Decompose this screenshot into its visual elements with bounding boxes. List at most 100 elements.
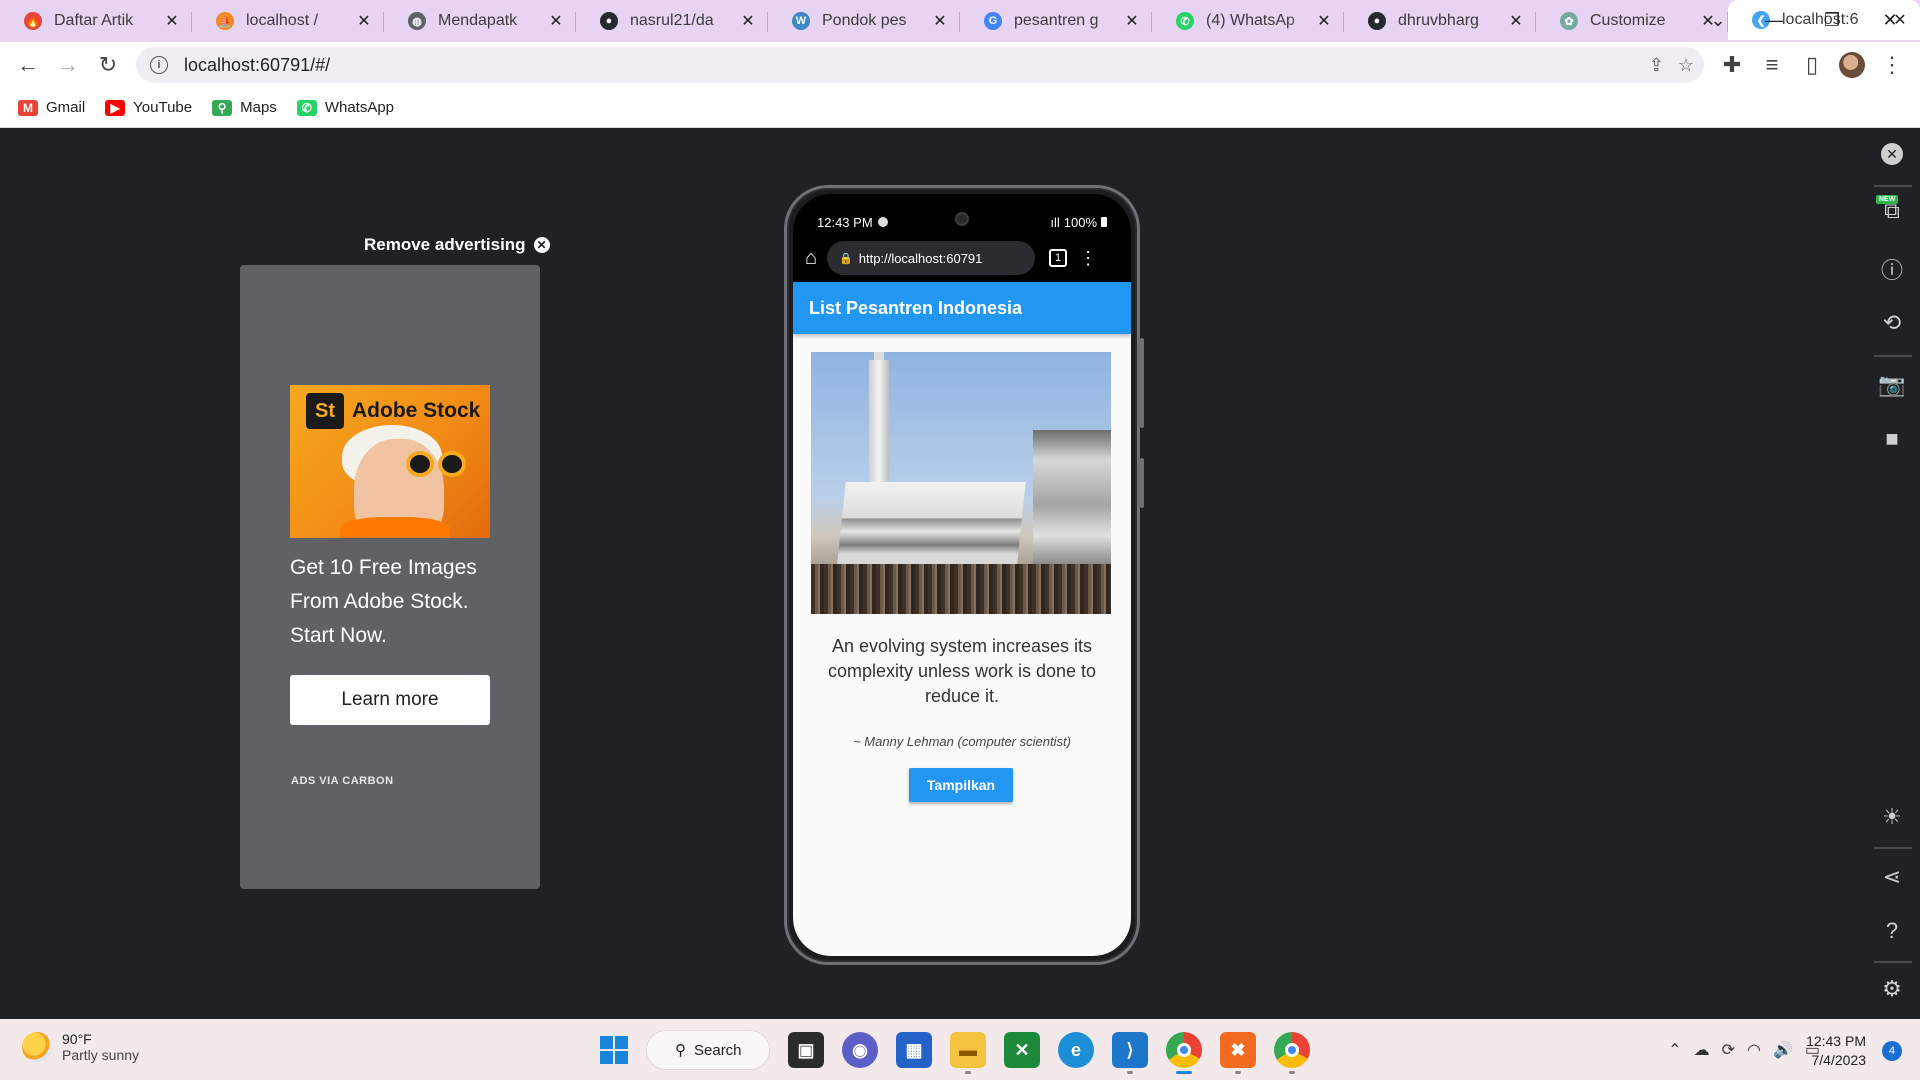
phone-address-bar[interactable]: 🔒 http://localhost:60791 [827, 241, 1036, 275]
xbox-icon[interactable]: ✕ [1004, 1032, 1040, 1068]
file-explorer-icon[interactable]: ▬ [950, 1032, 986, 1074]
minimize-button[interactable]: — [1746, 0, 1802, 40]
share-icon[interactable]: ⇪ [1649, 55, 1664, 76]
remove-advertising-link[interactable]: Remove advertising ✕ [364, 235, 550, 255]
microsoft-store-icon[interactable]: ▦ [896, 1032, 932, 1068]
front-camera [955, 212, 969, 226]
ad-text[interactable]: Get 10 Free Images From Adobe Stock. Sta… [290, 551, 500, 653]
bookmark-maps[interactable]: ⚲ Maps [212, 99, 277, 116]
reload-button[interactable]: ↻ [88, 45, 128, 85]
browser-tab[interactable]: 🔥 Daftar Artik ✕ [0, 0, 192, 42]
google-icon: G [984, 12, 1002, 30]
share-icon[interactable]: ⋖ [1864, 857, 1920, 897]
screenshot-camera-icon[interactable]: 📷 [1864, 365, 1920, 405]
windows-taskbar: 90°F Partly sunny ⚲ Search ▣ ◉ ▦ ▬ ✕ e ⟩… [0, 1019, 1920, 1080]
ad-image[interactable]: St Adobe Stock [290, 385, 490, 538]
address-url[interactable]: localhost:60791/#/ [184, 55, 330, 76]
pesantren-photo [811, 352, 1111, 614]
tab-title: dhruvbharg [1398, 12, 1479, 29]
volume-button [1140, 338, 1144, 428]
back-button[interactable]: ← [8, 45, 48, 85]
sync-icon[interactable]: ⟳ [1722, 1040, 1735, 1060]
weather-temp: 90°F [62, 1031, 92, 1047]
quote-author: ~ Manny Lehman (computer scientist) [853, 734, 1071, 749]
site-info-icon[interactable]: i [150, 56, 168, 74]
restore-button[interactable]: ❐ [1804, 0, 1860, 40]
device-preview-toolbar: ✕ ⧉ NEW ⓘ ⟲ 📷 ■ ☀ ⋖ ? ⚙ [1864, 129, 1920, 1019]
ad-shirt-shape [340, 517, 450, 538]
settings-gear-icon[interactable]: ⚙ [1864, 969, 1920, 1009]
profile-avatar[interactable] [1832, 45, 1872, 85]
media-queue-icon[interactable]: ≡ [1752, 45, 1792, 85]
forward-button[interactable]: → [48, 45, 88, 85]
info-icon[interactable]: ⓘ [1864, 249, 1920, 289]
xampp-icon[interactable]: ✖ [1220, 1032, 1256, 1074]
adobe-stock-logo-text: Adobe Stock [352, 399, 481, 422]
home-icon[interactable]: ⌂ [805, 247, 817, 270]
tab-close-icon[interactable]: ✕ [1122, 11, 1142, 31]
browser-tab[interactable]: ✆ (4) WhatsAp ✕ [1152, 0, 1344, 42]
bookmark-whatsapp[interactable]: ✆ WhatsApp [296, 99, 394, 116]
tab-close-icon[interactable]: ✕ [162, 11, 182, 31]
omnibox-actions: ⇪ ☆ [1649, 47, 1694, 83]
windows-start-icon[interactable] [600, 1036, 628, 1064]
help-icon[interactable]: ? [1864, 911, 1920, 951]
wifi-icon[interactable]: ◠ [1747, 1040, 1761, 1060]
notification-badge[interactable]: 4 [1882, 1041, 1902, 1061]
tab-close-icon[interactable]: ✕ [1314, 11, 1334, 31]
tab-close-icon[interactable]: ✕ [738, 11, 758, 31]
bookmark-youtube[interactable]: ▶ YouTube [105, 99, 192, 116]
taskbar-search[interactable]: ⚲ Search [646, 1030, 770, 1070]
bookmark-gmail[interactable]: M Gmail [18, 99, 85, 116]
close-circle-icon[interactable]: ✕ [533, 237, 550, 253]
learn-more-button[interactable]: Learn more [290, 675, 490, 725]
task-view-icon[interactable]: ▣ [788, 1032, 824, 1068]
tab-title: localhost / [246, 12, 319, 29]
battery-icon [1101, 217, 1107, 227]
address-bar[interactable]: i localhost:60791/#/ ⇪ ☆ [136, 47, 1704, 83]
browser-tab[interactable]: ◍ Mendapatk ✕ [384, 0, 576, 42]
onedrive-cloud-icon[interactable]: ☁ [1694, 1040, 1710, 1060]
tab-close-icon[interactable]: ✕ [930, 11, 950, 31]
video-record-icon[interactable]: ■ [1864, 419, 1920, 459]
browser-tab[interactable]: ● dhruvbharg ✕ [1344, 0, 1536, 42]
partly-sunny-icon [22, 1032, 52, 1062]
rotate-icon[interactable]: ⟲ [1864, 303, 1920, 343]
toolbar-divider [1874, 961, 1912, 963]
extensions-puzzle-icon[interactable]: ✚ [1712, 45, 1752, 85]
chevron-up-icon[interactable]: ⌃ [1668, 1040, 1681, 1060]
tab-title: (4) WhatsAp [1206, 12, 1295, 29]
tab-title: Mendapatk [438, 12, 518, 29]
taskbar-clock[interactable]: 12:43 PM 7/4/2023 [1806, 1032, 1866, 1070]
quote-text: An evolving system increases its complex… [827, 636, 1097, 706]
close-preview-icon[interactable]: ✕ [1864, 134, 1920, 174]
volume-icon[interactable]: 🔊 [1773, 1040, 1793, 1060]
vscode-icon[interactable]: ⟩ [1112, 1032, 1148, 1074]
ads-via-carbon-link[interactable]: ADS VIA CARBON [291, 775, 394, 787]
phone-url[interactable]: http://localhost:60791 [859, 251, 983, 266]
system-tray: ⌃ ☁ ⟳ ◠ 🔊 ▭ [1668, 1019, 1820, 1080]
edge-icon[interactable]: e [1058, 1032, 1094, 1068]
tab-close-icon[interactable]: ✕ [546, 11, 566, 31]
brightness-icon[interactable]: ☀ [1864, 797, 1920, 837]
browser-tab[interactable]: ● nasrul21/da ✕ [576, 0, 768, 42]
toolbar-divider [1874, 847, 1912, 849]
chrome-icon[interactable] [1166, 1032, 1202, 1074]
phone-menu-icon[interactable]: ⋮ [1079, 248, 1097, 269]
tab-search-chevron-icon[interactable]: ⌄ [1690, 0, 1746, 40]
close-window-button[interactable]: ✕ [1862, 0, 1918, 40]
browser-tab[interactable]: W Pondok pes ✕ [768, 0, 960, 42]
weather-widget[interactable]: 90°F Partly sunny [22, 1031, 139, 1063]
tampilkan-button[interactable]: Tampilkan [909, 768, 1013, 802]
teams-chat-icon[interactable]: ◉ [842, 1032, 878, 1068]
browser-tab[interactable]: ⛵ localhost / ✕ [192, 0, 384, 42]
maps-icon: ⚲ [212, 99, 233, 116]
tab-switcher-button[interactable]: 1 [1049, 249, 1068, 267]
browser-tab[interactable]: Gpesantren g ✕ [960, 0, 1152, 42]
side-panel-icon[interactable]: ▯ [1792, 45, 1832, 85]
bookmark-star-icon[interactable]: ☆ [1678, 55, 1694, 76]
chrome-menu-icon[interactable]: ⋮ [1872, 45, 1912, 85]
tab-close-icon[interactable]: ✕ [354, 11, 374, 31]
chrome-profile-icon[interactable] [1274, 1032, 1310, 1074]
tab-close-icon[interactable]: ✕ [1506, 11, 1526, 31]
